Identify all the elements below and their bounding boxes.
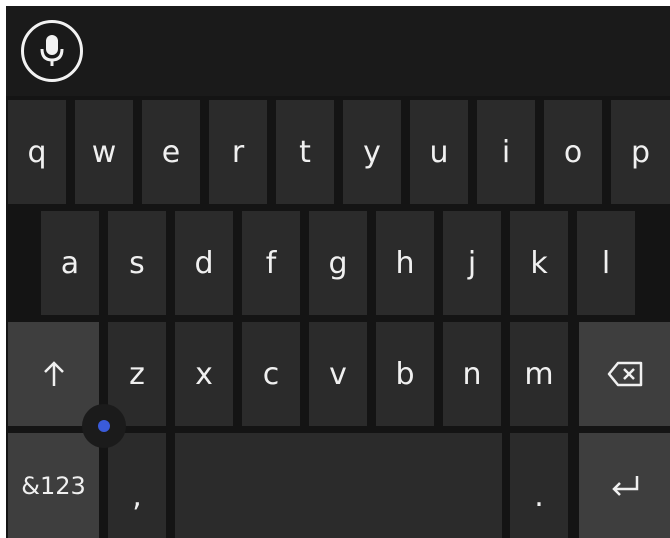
key-v[interactable]: v [309, 322, 367, 426]
period-key[interactable]: . [510, 433, 568, 538]
cursor-control-dot[interactable] [82, 404, 126, 448]
key-r[interactable]: r [209, 100, 267, 204]
keyboard-top-bar [6, 6, 670, 96]
voice-input-button[interactable] [21, 20, 83, 82]
touch-keyboard: q w e r t y u i o p a s d f g h j k l z … [6, 6, 670, 538]
key-g[interactable]: g [309, 211, 367, 315]
enter-key[interactable] [579, 433, 670, 538]
key-h[interactable]: h [376, 211, 434, 315]
key-i[interactable]: i [477, 100, 535, 204]
key-q[interactable]: q [8, 100, 66, 204]
key-l[interactable]: l [577, 211, 635, 315]
key-t[interactable]: t [276, 100, 334, 204]
cursor-dot-indicator [98, 420, 110, 432]
shift-up-arrow-icon [43, 361, 64, 386]
key-b[interactable]: b [376, 322, 434, 426]
key-m[interactable]: m [510, 322, 568, 426]
key-n[interactable]: n [443, 322, 501, 426]
symbols-key[interactable]: &123 [8, 433, 99, 538]
key-c[interactable]: c [242, 322, 300, 426]
key-f[interactable]: f [242, 211, 300, 315]
microphone-icon [40, 35, 64, 66]
key-y[interactable]: y [343, 100, 401, 204]
key-o[interactable]: o [544, 100, 602, 204]
key-w[interactable]: w [75, 100, 133, 204]
key-u[interactable]: u [410, 100, 468, 204]
comma-key[interactable]: , [108, 433, 166, 538]
space-bar[interactable] [175, 433, 502, 538]
enter-return-icon [611, 475, 638, 496]
key-k[interactable]: k [510, 211, 568, 315]
key-d[interactable]: d [175, 211, 233, 315]
key-j[interactable]: j [443, 211, 501, 315]
key-s[interactable]: s [108, 211, 166, 315]
backspace-key[interactable] [579, 322, 670, 426]
key-x[interactable]: x [175, 322, 233, 426]
key-e[interactable]: e [142, 100, 200, 204]
shift-key[interactable] [8, 322, 99, 426]
backspace-icon [607, 361, 642, 387]
key-p[interactable]: p [611, 100, 670, 204]
key-a[interactable]: a [41, 211, 99, 315]
